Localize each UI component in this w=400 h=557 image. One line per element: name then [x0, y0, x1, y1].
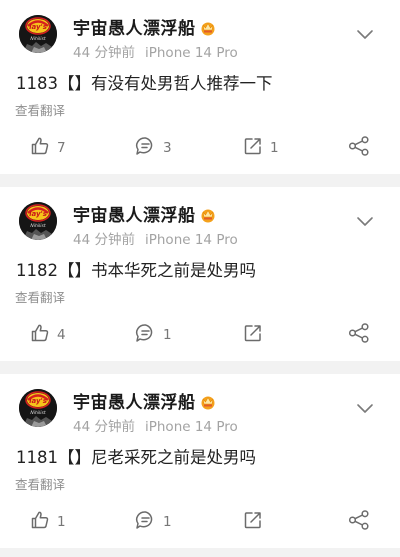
- post-time: 44 分钟前: [73, 45, 135, 61]
- vip-crown-badge-icon: [200, 394, 216, 415]
- chevron-down-icon[interactable]: [356, 213, 374, 226]
- lays-logo-avatar: lay's Nihilist: [19, 389, 57, 427]
- comment-bubble-icon: [135, 323, 156, 347]
- post-device: iPhone 14 Pro: [144, 419, 238, 435]
- view-translation-link[interactable]: 查看翻译: [15, 474, 65, 493]
- username[interactable]: 宇宙愚人漂浮船: [73, 201, 216, 228]
- action-bar: 1 1: [0, 508, 400, 536]
- chevron-down-icon[interactable]: [356, 400, 374, 413]
- svg-text:lay's: lay's: [29, 23, 47, 31]
- vip-crown-badge-icon: [200, 207, 216, 228]
- like-button[interactable]: 7: [30, 134, 66, 162]
- comment-bubble-icon: [135, 136, 156, 160]
- comment-count: 1: [163, 327, 172, 343]
- comment-button[interactable]: 1: [135, 321, 172, 349]
- post-text[interactable]: 1182【】书本华死之前是处男吗: [16, 257, 256, 281]
- like-count: 4: [57, 327, 66, 343]
- repost-button[interactable]: 1: [243, 134, 279, 162]
- svg-text:lay's: lay's: [29, 397, 47, 405]
- repost-icon: [243, 510, 263, 534]
- post-card[interactable]: lay's Nihilist 宇宙愚人漂浮船 44 分钟前 iPhone 14 P…: [0, 374, 400, 548]
- share-button[interactable]: [348, 321, 370, 349]
- share-icon: [348, 510, 370, 534]
- post-text[interactable]: 1181【】尼老采死之前是处男吗: [16, 444, 256, 468]
- repost-count: 1: [270, 140, 279, 156]
- view-translation-link[interactable]: 查看翻译: [15, 100, 65, 119]
- post-meta: 44 分钟前 iPhone 14 Pro: [73, 415, 238, 435]
- view-translation-link[interactable]: 查看翻译: [15, 287, 65, 306]
- svg-text:lay's: lay's: [29, 210, 47, 218]
- like-count: 1: [57, 514, 66, 530]
- lays-logo-avatar: lay's Nihilist: [19, 15, 57, 53]
- vip-crown-badge-icon: [200, 20, 216, 41]
- comment-button[interactable]: 3: [135, 134, 172, 162]
- share-icon: [348, 136, 370, 160]
- comment-button[interactable]: 1: [135, 508, 172, 536]
- username-text: 宇宙愚人漂浮船: [73, 206, 196, 226]
- post-time: 44 分钟前: [73, 232, 135, 248]
- post-time: 44 分钟前: [73, 419, 135, 435]
- thumbs-up-icon: [30, 323, 50, 347]
- thumbs-up-icon: [30, 510, 50, 534]
- svg-text:Nihilist: Nihilist: [30, 223, 46, 229]
- like-count: 7: [57, 140, 66, 156]
- avatar[interactable]: lay's Nihilist: [19, 389, 57, 427]
- action-bar: 4 1: [0, 321, 400, 349]
- thumbs-up-icon: [30, 136, 50, 160]
- share-icon: [348, 323, 370, 347]
- username-text: 宇宙愚人漂浮船: [73, 393, 196, 413]
- post-feed: lay's Nihilist 宇宙愚人漂浮船 44 分钟前 iPhone 14 P…: [0, 0, 400, 548]
- comment-count: 3: [163, 140, 172, 156]
- like-button[interactable]: 4: [30, 321, 66, 349]
- svg-text:Nihilist: Nihilist: [30, 36, 46, 42]
- chevron-down-icon[interactable]: [356, 26, 374, 39]
- post-card[interactable]: lay's Nihilist 宇宙愚人漂浮船 44 分钟前 iPhone 14 P…: [0, 187, 400, 361]
- post-card[interactable]: lay's Nihilist 宇宙愚人漂浮船 44 分钟前 iPhone 14 P…: [0, 0, 400, 174]
- share-button[interactable]: [348, 508, 370, 536]
- action-bar: 7 3 1: [0, 134, 400, 162]
- post-device: iPhone 14 Pro: [144, 45, 238, 61]
- post-device: iPhone 14 Pro: [144, 232, 238, 248]
- username-text: 宇宙愚人漂浮船: [73, 19, 196, 39]
- username[interactable]: 宇宙愚人漂浮船: [73, 14, 216, 41]
- comment-bubble-icon: [135, 510, 156, 534]
- comment-count: 1: [163, 514, 172, 530]
- lays-logo-avatar: lay's Nihilist: [19, 202, 57, 240]
- repost-icon: [243, 323, 263, 347]
- avatar[interactable]: lay's Nihilist: [19, 202, 57, 240]
- post-meta: 44 分钟前 iPhone 14 Pro: [73, 228, 238, 248]
- svg-text:Nihilist: Nihilist: [30, 410, 46, 416]
- avatar[interactable]: lay's Nihilist: [19, 15, 57, 53]
- like-button[interactable]: 1: [30, 508, 66, 536]
- repost-icon: [243, 136, 263, 160]
- username[interactable]: 宇宙愚人漂浮船: [73, 388, 216, 415]
- post-meta: 44 分钟前 iPhone 14 Pro: [73, 41, 238, 61]
- share-button[interactable]: [348, 134, 370, 162]
- repost-button[interactable]: [243, 321, 270, 349]
- post-text[interactable]: 1183【】有没有处男哲人推荐一下: [16, 70, 273, 94]
- repost-button[interactable]: [243, 508, 270, 536]
